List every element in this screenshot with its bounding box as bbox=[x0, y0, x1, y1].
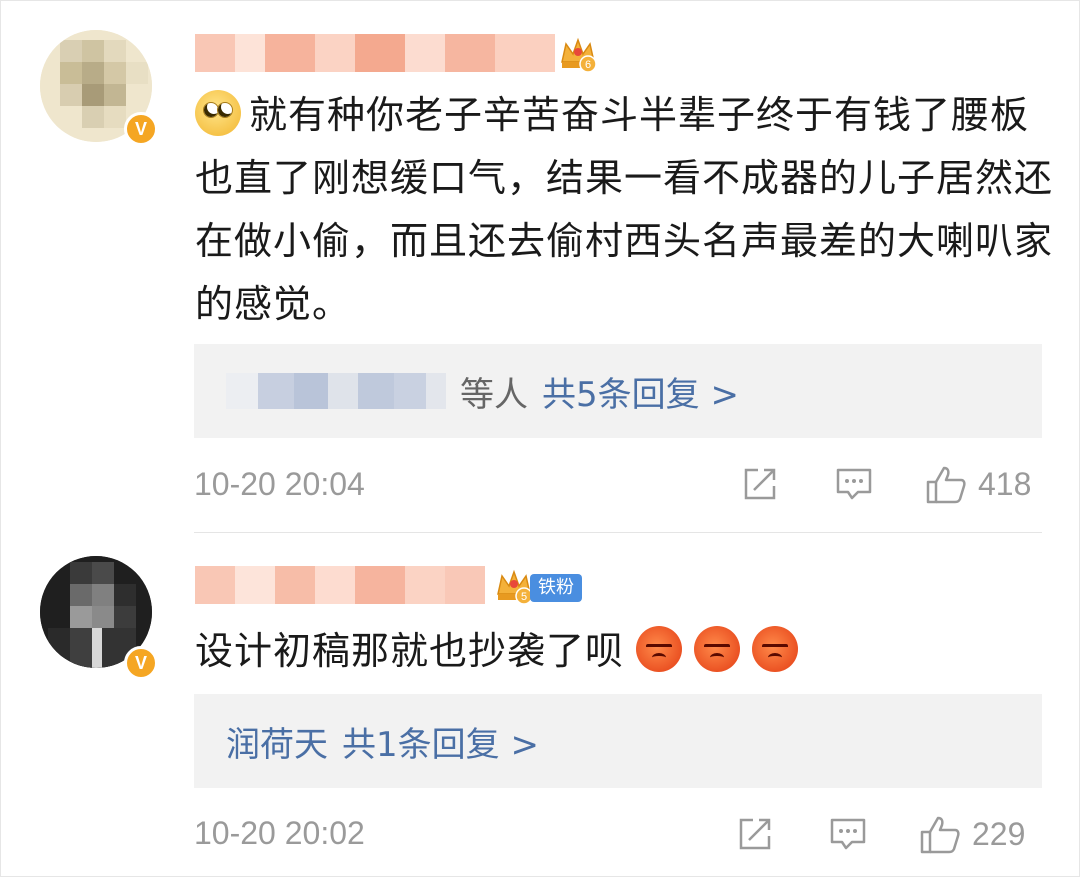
like-button[interactable]: 229 bbox=[918, 812, 1025, 856]
comment-body: 设计初稿那就也抄袭了呗 bbox=[195, 620, 1055, 683]
member-crown-icon: 5 bbox=[497, 569, 533, 605]
comment-body: 就有种你老子辛苦奋斗半辈子终于有钱了腰板也直了刚想缓口气，结果一看不成器的儿子居… bbox=[195, 84, 1055, 336]
verified-badge-icon: V bbox=[124, 646, 158, 680]
like-count: 418 bbox=[978, 465, 1032, 502]
view-replies-link[interactable]: 共1条回复 > bbox=[342, 717, 539, 766]
repost-icon bbox=[739, 818, 771, 850]
username-blurred[interactable] bbox=[195, 34, 555, 72]
comment-timestamp: 10-20 20:02 bbox=[194, 815, 365, 851]
comment-divider bbox=[194, 532, 1042, 533]
thumbs-up-icon bbox=[926, 466, 966, 504]
repost-button[interactable] bbox=[740, 464, 780, 504]
level-number: 5 bbox=[521, 591, 527, 603]
reply-others-label: 等人 bbox=[460, 374, 528, 415]
comment-icon bbox=[830, 818, 866, 850]
verified-badge-icon: V bbox=[124, 112, 158, 146]
angry-face-icon bbox=[694, 626, 741, 672]
eye-roll-emoji-icon bbox=[195, 90, 241, 136]
repost-icon bbox=[744, 468, 776, 500]
comment-text: 设计初稿那就也抄袭了呗 bbox=[195, 629, 625, 673]
like-count: 229 bbox=[972, 815, 1026, 852]
comment-button[interactable] bbox=[828, 814, 868, 854]
comment-icon bbox=[836, 468, 872, 500]
reply-summary-box[interactable]: 润荷天 共1条回复 > bbox=[194, 694, 1042, 788]
level-number: 6 bbox=[585, 59, 591, 71]
thumbs-up-icon bbox=[920, 816, 960, 854]
comment-timestamp: 10-20 20:04 bbox=[194, 466, 365, 502]
reply-summary-box[interactable]: 等人 共5条回复 > bbox=[194, 344, 1042, 438]
view-replies-link[interactable]: 共5条回复 > bbox=[542, 367, 739, 416]
repost-button[interactable] bbox=[735, 814, 775, 854]
reply-username-link[interactable]: 润荷天 bbox=[226, 717, 328, 766]
reply-users-blurred bbox=[226, 373, 446, 409]
angry-face-icon bbox=[636, 626, 683, 672]
comment-text: 就有种你老子辛苦奋斗半辈子终于有钱了腰板也直了刚想缓口气，结果一看不成器的儿子居… bbox=[195, 93, 1054, 326]
like-button[interactable]: 418 bbox=[924, 462, 1031, 506]
username-blurred[interactable] bbox=[195, 566, 485, 604]
angry-face-icon bbox=[752, 626, 799, 672]
comment-button[interactable] bbox=[834, 464, 874, 504]
member-crown-icon: 6 bbox=[561, 37, 597, 73]
fan-badge: 铁粉 bbox=[530, 574, 582, 602]
